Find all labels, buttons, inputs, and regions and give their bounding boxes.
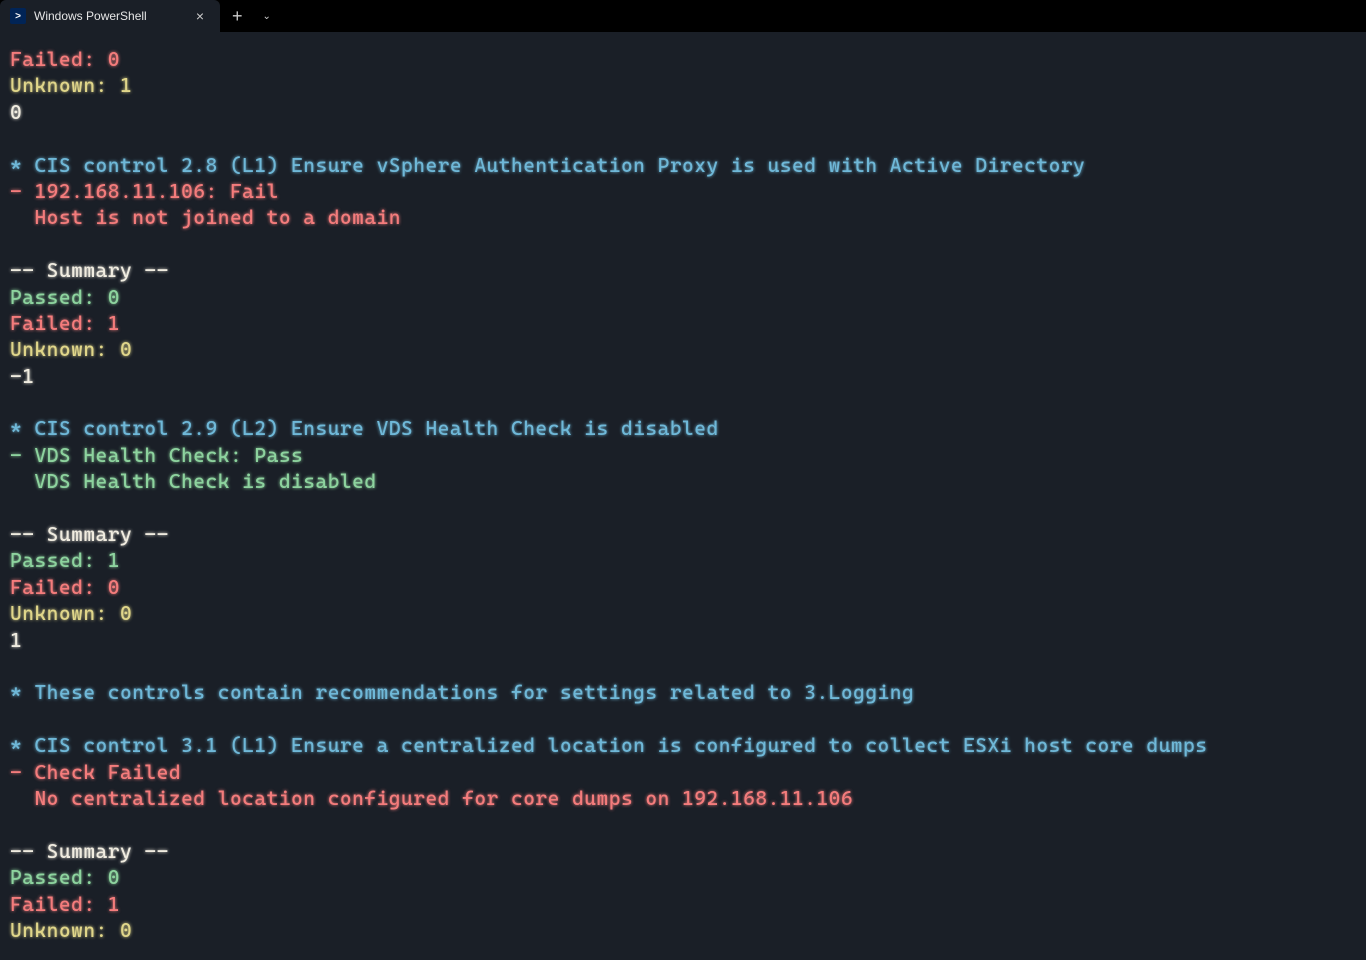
terminal-line: - Check Failed [10, 759, 1356, 785]
terminal-output[interactable]: Failed: 0Unknown: 10* CIS control 2.8 (L… [0, 32, 1366, 960]
terminal-line: Unknown: 1 [10, 72, 1356, 98]
terminal-line: -- Summary -- [10, 838, 1356, 864]
terminal-line: Unknown: 0 [10, 600, 1356, 626]
terminal-line: Failed: 1 [10, 891, 1356, 917]
terminal-line: No centralized location configured for c… [10, 785, 1356, 811]
tab-title: Windows PowerShell [34, 9, 190, 23]
terminal-line: VDS Health Check is disabled [10, 468, 1356, 494]
terminal-line: Passed: 0 [10, 284, 1356, 310]
terminal-line [10, 231, 1356, 257]
terminal-line: Unknown: 0 [10, 336, 1356, 362]
terminal-line [10, 495, 1356, 521]
window-titlebar: > Windows PowerShell × + ⌄ [0, 0, 1366, 32]
terminal-line: 1 [10, 627, 1356, 653]
terminal-line: * These controls contain recommendations… [10, 679, 1356, 705]
terminal-line: Passed: 0 [10, 864, 1356, 890]
terminal-line [10, 706, 1356, 732]
powershell-icon: > [10, 8, 26, 24]
terminal-line [10, 653, 1356, 679]
terminal-line: - 192.168.11.106: Fail [10, 178, 1356, 204]
terminal-line: - VDS Health Check: Pass [10, 442, 1356, 468]
terminal-line: Unknown: 0 [10, 917, 1356, 943]
terminal-line: Failed: 0 [10, 574, 1356, 600]
terminal-line: 0 [10, 99, 1356, 125]
terminal-line: -1 [10, 363, 1356, 389]
terminal-line [10, 125, 1356, 151]
terminal-line: -- Summary -- [10, 521, 1356, 547]
terminal-line: * CIS control 2.9 (L2) Ensure VDS Health… [10, 415, 1356, 441]
terminal-line: -- Summary -- [10, 257, 1356, 283]
terminal-tab[interactable]: > Windows PowerShell × [0, 0, 220, 32]
terminal-line: Host is not joined to a domain [10, 204, 1356, 230]
terminal-line: Failed: 0 [10, 46, 1356, 72]
terminal-line: * CIS control 2.8 (L1) Ensure vSphere Au… [10, 152, 1356, 178]
terminal-line [10, 811, 1356, 837]
new-tab-button[interactable]: + [220, 6, 255, 27]
close-tab-button[interactable]: × [190, 6, 210, 26]
tab-dropdown-button[interactable]: ⌄ [255, 11, 279, 22]
terminal-line: * CIS control 3.1 (L1) Ensure a centrali… [10, 732, 1356, 758]
terminal-line [10, 389, 1356, 415]
terminal-line: Passed: 1 [10, 547, 1356, 573]
terminal-line: Failed: 1 [10, 310, 1356, 336]
